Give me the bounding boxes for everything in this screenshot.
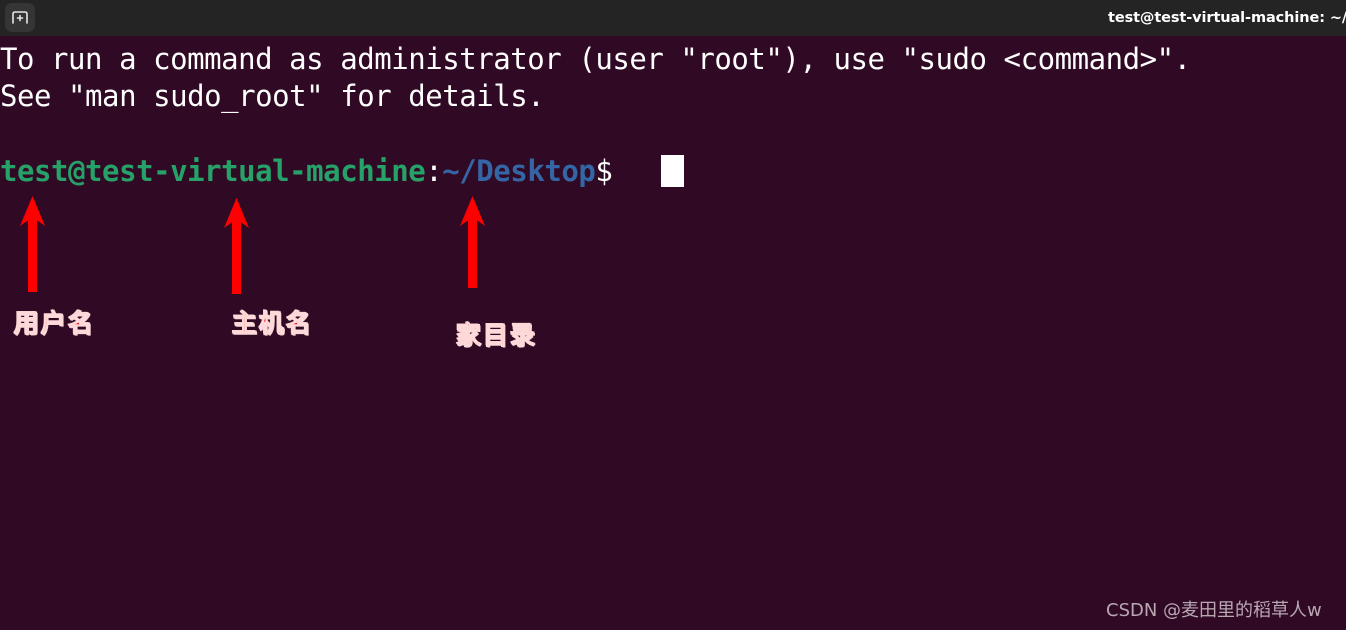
annotation-label-username: 用户名 xyxy=(13,309,96,339)
annotation-arrow-hostname xyxy=(222,198,252,294)
prompt-separator: : xyxy=(425,154,443,188)
terminal-prompt: test@test-virtual-machine:~/Desktop$ xyxy=(0,153,613,190)
prompt-path: ~/Desktop xyxy=(442,154,596,188)
annotation-arrow-home-directory xyxy=(458,196,488,288)
annotation-label-hostname: 主机名 xyxy=(231,309,314,339)
window-title: test@test-virtual-machine: ~/Desk xyxy=(1108,10,1346,26)
terminal-titlebar: test@test-virtual-machine: ~/Desk xyxy=(0,0,1346,36)
terminal-output-line: To run a command as administrator (user … xyxy=(0,42,1191,76)
csdn-watermark: CSDN @麦田里的稻草人w xyxy=(1106,600,1322,621)
new-tab-button[interactable] xyxy=(5,3,35,32)
new-tab-icon xyxy=(10,9,30,27)
terminal-output-line: See "man sudo_root" for details. xyxy=(0,79,545,113)
annotation-label-home-directory: 家目录 xyxy=(455,321,538,351)
prompt-user-host: test@test-virtual-machine xyxy=(0,154,426,188)
annotation-arrow-username xyxy=(18,196,48,292)
prompt-sigil: $ xyxy=(595,154,613,188)
terminal-screen[interactable]: To run a command as administrator (user … xyxy=(0,36,1346,630)
terminal-cursor xyxy=(661,155,684,187)
